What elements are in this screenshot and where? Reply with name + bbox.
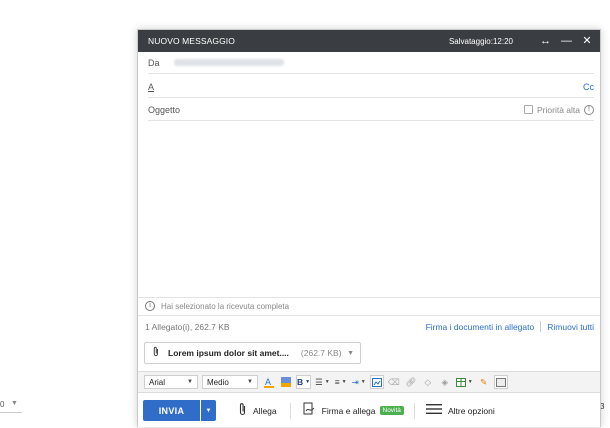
from-row: Da — [148, 52, 594, 74]
compose-title: NUOVO MESSAGGIO — [148, 36, 235, 46]
text-color-icon[interactable]: A — [262, 375, 276, 389]
chevron-down-icon: ▼ — [11, 400, 18, 407]
insert-image-icon[interactable] — [369, 375, 384, 389]
from-label: Da — [148, 57, 160, 68]
bullet-list-icon[interactable]: ☰ ▼ — [314, 375, 331, 389]
info-icon: i — [145, 301, 155, 311]
sign-and-attach-label: Firma e allega — [321, 405, 376, 416]
send-bar: INVIA ▼ Allega Firma e allega Novità Alt… — [138, 394, 600, 427]
font-family-select[interactable]: Arial ▼ — [144, 375, 198, 389]
priority-checkbox[interactable] — [524, 105, 533, 114]
bold-button[interactable]: B ▼ — [296, 375, 312, 389]
subject-row[interactable]: Oggetto Priorità alta ! — [148, 99, 594, 121]
receipt-notice: i Hai selezionato la ricevuta completa — [138, 297, 600, 314]
background-underline — [0, 412, 22, 413]
expand-icon[interactable]: ↔ — [540, 36, 551, 47]
attachments-summary: 1 Allegato(i), 262.7 KB — [145, 321, 230, 332]
font-family-value: Arial — [149, 377, 166, 387]
more-options-label: Altre opzioni — [447, 405, 495, 416]
to-label[interactable]: A — [148, 82, 154, 92]
info-icon[interactable]: ! — [584, 104, 594, 115]
background-number: 0 — [0, 400, 5, 409]
table-icon[interactable]: ▼ — [455, 375, 474, 389]
svg-text:A: A — [265, 377, 271, 387]
unlink-icon[interactable]: ◈ — [438, 375, 452, 389]
remove-all-link[interactable]: Rimuovi tutti — [547, 322, 594, 332]
tag-icon[interactable]: ◇ — [421, 375, 435, 389]
signature-icon — [303, 402, 316, 419]
cc-link[interactable]: Cc — [583, 82, 594, 92]
to-row[interactable]: A Cc — [148, 76, 594, 98]
highlight-color-icon[interactable] — [279, 375, 293, 389]
attach-button[interactable]: Allega — [238, 402, 277, 419]
new-badge: Novità — [379, 406, 404, 415]
more-options-button[interactable]: Altre opzioni — [425, 403, 495, 418]
divider — [289, 402, 291, 419]
sign-and-attach-button[interactable]: Firma e allega Novità — [303, 402, 404, 419]
chevron-down-icon: ▼ — [247, 379, 253, 385]
priority-label: Priorità alta — [537, 104, 580, 115]
menu-icon — [425, 403, 442, 418]
link-icon[interactable]: 🔗︎ — [404, 375, 418, 389]
attach-label: Allega — [253, 405, 277, 416]
divider — [413, 402, 415, 419]
format-toolbar: Arial ▼ Medio ▼ A B ▼ ☰ ▼ ≡ ▼ ⇥ ▼ ⌫ 🔗︎ ◇ ◈ ▼… — [138, 371, 600, 393]
close-icon[interactable]: ✕ — [582, 36, 592, 47]
pencil-icon[interactable]: ✎ — [477, 375, 491, 389]
indent-icon[interactable]: ⇥ ▼ — [351, 375, 367, 389]
background-page-fragment: 0 ▼ — [0, 392, 40, 414]
message-body[interactable] — [138, 122, 600, 295]
attachment-filename: Lorem ipsum dolor sit amet.... — [168, 348, 289, 358]
subject-label: Oggetto — [148, 104, 181, 115]
paperclip-icon — [238, 402, 247, 419]
chevron-down-icon[interactable]: ▼ — [347, 350, 354, 357]
receipt-text: Hai selezionato la ricevuta completa — [161, 301, 290, 311]
font-size-value: Medio — [207, 377, 229, 387]
attachments-summary-row: 1 Allegato(i), 262.7 KB Firma i document… — [138, 315, 600, 337]
save-status: Salvataggio:12:20 — [448, 36, 513, 46]
eraser-icon[interactable]: ⌫ — [387, 375, 401, 389]
divider — [540, 321, 542, 332]
sign-documents-link[interactable]: Firma i documenti in allegato — [426, 322, 535, 332]
chevron-down-icon: ▼ — [187, 379, 193, 385]
font-size-select[interactable]: Medio ▼ — [202, 375, 258, 389]
attachment-chip[interactable]: Lorem ipsum dolor sit amet.... (262.7 KB… — [144, 342, 361, 364]
attachment-filesize: (262.7 KB) — [300, 348, 342, 358]
from-address-blurred[interactable] — [173, 59, 284, 66]
minimize-icon[interactable]: — — [561, 36, 572, 47]
compose-titlebar: NUOVO MESSAGGIO Salvataggio:12:20 ↔ — ✕ — [138, 30, 600, 52]
align-icon[interactable]: ≡ ▼ — [334, 375, 348, 389]
bold-label: B — [297, 377, 304, 387]
send-button[interactable]: INVIA — [143, 400, 200, 421]
source-code-icon[interactable] — [493, 375, 508, 389]
send-options-dropdown[interactable]: ▼ — [201, 400, 216, 421]
compose-window: NUOVO MESSAGGIO Salvataggio:12:20 ↔ — ✕ … — [137, 29, 601, 427]
priority-option: Priorità alta ! — [524, 104, 594, 115]
paperclip-icon — [152, 346, 160, 360]
